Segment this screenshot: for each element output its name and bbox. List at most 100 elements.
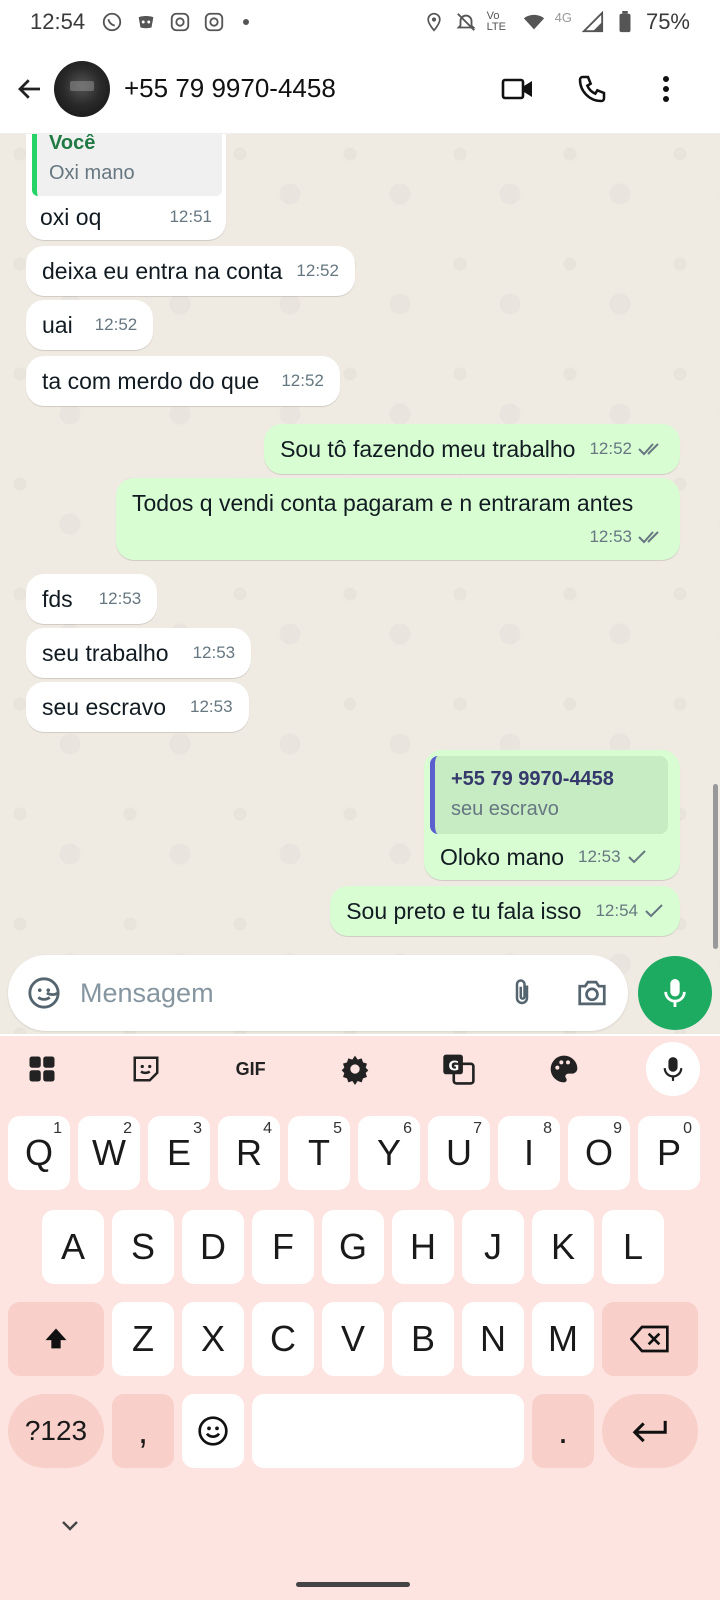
- key-z[interactable]: Z: [112, 1302, 174, 1376]
- gif-button[interactable]: GIF: [229, 1047, 273, 1091]
- translate-icon[interactable]: G: [437, 1047, 481, 1091]
- message-text: deixa eu entra na conta: [42, 258, 283, 284]
- message-composer: [8, 955, 629, 1031]
- key-x[interactable]: X: [182, 1302, 244, 1376]
- emoji-key[interactable]: [182, 1394, 244, 1468]
- backspace-key[interactable]: [602, 1302, 698, 1376]
- message-text: fds: [42, 586, 73, 612]
- key-v[interactable]: V: [322, 1302, 384, 1376]
- chevron-down-icon[interactable]: [56, 1512, 84, 1540]
- key-r[interactable]: R4: [218, 1116, 280, 1190]
- key-e-label: E: [166, 1132, 191, 1173]
- message-input[interactable]: [80, 977, 470, 1009]
- key-hint: 7: [473, 1120, 482, 1137]
- key-o[interactable]: O9: [568, 1116, 630, 1190]
- settings-icon[interactable]: [333, 1047, 377, 1091]
- back-button[interactable]: [10, 69, 50, 109]
- incoming-message[interactable]: fds 12:53: [26, 574, 158, 624]
- phone-icon: [578, 75, 606, 102]
- shift-key[interactable]: [8, 1302, 104, 1376]
- key-d[interactable]: D: [182, 1210, 244, 1284]
- key-g[interactable]: G: [322, 1210, 384, 1284]
- message-time: 12:54: [595, 901, 638, 920]
- message-time: 12:53: [190, 697, 233, 716]
- chat-scrollbar[interactable]: [713, 784, 718, 949]
- period-key[interactable]: .: [532, 1394, 594, 1468]
- key-m[interactable]: M: [532, 1302, 594, 1376]
- key-j-label: J: [484, 1226, 502, 1267]
- key-e[interactable]: E3: [148, 1116, 210, 1190]
- microphone-icon: [664, 979, 686, 1007]
- key-z-label: Z: [132, 1318, 154, 1359]
- chat-messages[interactable]: Você Oxi mano oxi oq 12:51 deixa eu entr…: [0, 134, 720, 1034]
- key-h[interactable]: H: [392, 1210, 454, 1284]
- message-time: 12:53: [98, 589, 142, 608]
- space-key[interactable]: [252, 1394, 524, 1468]
- camera-button[interactable]: [572, 973, 612, 1013]
- quoted-message[interactable]: +55 79 9970-4458 seu escravo: [430, 756, 668, 834]
- message-text: oxi oq: [40, 204, 102, 230]
- key-q[interactable]: Q1: [8, 1116, 70, 1190]
- outgoing-message[interactable]: Sou preto e tu fala isso 12:54: [330, 886, 680, 936]
- quoted-message[interactable]: Você Oxi mano: [32, 134, 222, 196]
- voice-call-button[interactable]: [572, 69, 612, 109]
- key-a[interactable]: A: [42, 1210, 104, 1284]
- instagram-icon: [203, 11, 225, 33]
- apps-icon[interactable]: [20, 1047, 64, 1091]
- more-options-button[interactable]: [646, 69, 686, 109]
- voice-typing-button[interactable]: [645, 1042, 700, 1096]
- notification-icons: [101, 11, 250, 33]
- key-t[interactable]: T5: [288, 1116, 350, 1190]
- key-hint: 8: [543, 1120, 552, 1137]
- key-g-label: G: [338, 1226, 367, 1267]
- contact-avatar[interactable]: [54, 60, 110, 117]
- comma-key[interactable]: ,: [112, 1394, 174, 1468]
- sent-tick-icon: [644, 896, 664, 926]
- key-u[interactable]: U7: [428, 1116, 490, 1190]
- sticker-icon[interactable]: [124, 1047, 168, 1091]
- sticker-button[interactable]: [24, 973, 64, 1013]
- gesture-nav-bar[interactable]: [296, 1582, 410, 1587]
- mic-icon: [663, 1057, 683, 1081]
- quote-text: seu escravo: [451, 798, 559, 820]
- key-n[interactable]: N: [462, 1302, 524, 1376]
- key-f[interactable]: F: [252, 1210, 314, 1284]
- key-p[interactable]: P0: [638, 1116, 700, 1190]
- location-icon: [423, 11, 445, 33]
- key-hint: 1: [53, 1120, 62, 1137]
- enter-key[interactable]: [602, 1394, 698, 1468]
- key-i[interactable]: I8: [498, 1116, 560, 1190]
- key-c[interactable]: C: [252, 1302, 314, 1376]
- key-l[interactable]: L: [602, 1210, 664, 1284]
- outgoing-message[interactable]: Sou tô fazendo meu trabalho 12:52: [264, 424, 680, 474]
- camera-icon: [578, 980, 606, 1006]
- incoming-message[interactable]: seu escravo 12:53: [26, 682, 249, 732]
- key-k[interactable]: K: [532, 1210, 594, 1284]
- quote-author: +55 79 9970-4458: [451, 768, 614, 790]
- key-j[interactable]: J: [462, 1210, 524, 1284]
- key-b[interactable]: B: [392, 1302, 454, 1376]
- video-call-button[interactable]: [498, 69, 538, 109]
- more-vert-icon: [663, 75, 669, 102]
- outgoing-message[interactable]: +55 79 9970-4458 seu escravo Oloko mano …: [424, 750, 680, 880]
- key-l-label: L: [622, 1226, 644, 1267]
- incoming-message[interactable]: uai 12:52: [26, 300, 154, 350]
- outgoing-message[interactable]: Todos q vendi conta pagaram e n entraram…: [116, 478, 680, 560]
- symbols-key[interactable]: ?123: [8, 1394, 104, 1468]
- palette-icon[interactable]: [542, 1047, 586, 1091]
- incoming-message[interactable]: deixa eu entra na conta 12:52: [26, 246, 355, 296]
- incoming-message[interactable]: Você Oxi mano oxi oq 12:51: [26, 134, 226, 240]
- symbols-key-label: ?123: [24, 1415, 88, 1446]
- key-s-label: S: [130, 1226, 155, 1267]
- key-y[interactable]: Y6: [358, 1116, 420, 1190]
- incoming-message[interactable]: seu trabalho 12:53: [26, 628, 252, 678]
- incoming-message[interactable]: ta com merdo do que 12:52: [26, 356, 340, 406]
- contact-name[interactable]: +55 79 9970-4458: [124, 73, 336, 104]
- voice-record-button[interactable]: [638, 956, 712, 1030]
- message-text: Sou tô fazendo meu trabalho: [280, 436, 576, 462]
- attach-button[interactable]: [502, 973, 542, 1013]
- quote-text: Oxi mano: [49, 162, 135, 184]
- system-icons: Vo LTE 4G 75%: [423, 9, 690, 35]
- key-w[interactable]: W2: [78, 1116, 140, 1190]
- key-s[interactable]: S: [112, 1210, 174, 1284]
